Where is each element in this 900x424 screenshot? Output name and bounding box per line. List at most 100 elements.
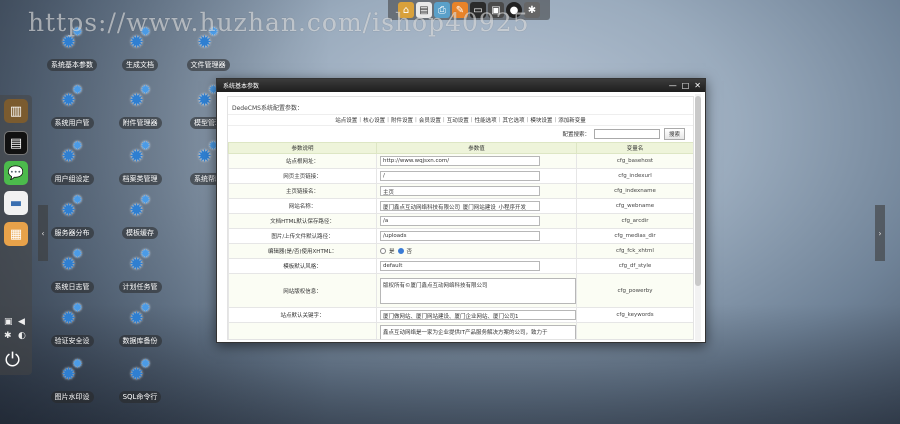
param-var: cfg_arcdir <box>576 213 693 229</box>
breadcrumb: DedeCMS系统配置参数： <box>232 105 303 112</box>
tab-interaction[interactable]: 互动设置 <box>447 116 469 124</box>
desktop-icon-tasks[interactable]: ✹ ✹ 计划任务管 <box>110 248 170 293</box>
radio-no[interactable] <box>397 248 404 254</box>
param-label: 站点默认关键字： <box>228 307 377 323</box>
desktop-icon-users[interactable]: ✹ ✹ 系统用户管 <box>42 84 102 129</box>
gear-icon: ✹ ✹ <box>129 193 151 221</box>
config-tabs: 站点设置 | 核心设置 | 附件设置 | 会员设置 | 互动设置 | 性能选项 | 其它选项… <box>228 114 693 126</box>
maximize-icon[interactable]: □ <box>682 81 690 91</box>
param-input[interactable]: http://www.wqjsxn.com/ <box>380 156 540 166</box>
desktop-icon-label: SQL命令行 <box>118 391 162 403</box>
desktop-icon-label: 系统日志管 <box>50 281 94 293</box>
param-label: 站点根网址： <box>228 153 377 169</box>
gear-icon: ✹ ✹ <box>61 301 83 329</box>
param-textarea[interactable]: 版权所有©厦门鑫点互动网络科技有限公司 <box>380 277 576 304</box>
table-row: 站点默认关键字： 厦门做网站、厦门网站建设、厦门企业网站、厦门公司1 cfg_k… <box>228 307 693 323</box>
tab-members[interactable]: 会员设置 <box>419 116 441 124</box>
param-input[interactable]: /a <box>380 216 540 226</box>
screen-icon[interactable]: ▣ <box>488 2 504 18</box>
desktop-icon-user-groups[interactable]: ✹ ✹ 用户组设定 <box>42 140 102 185</box>
layout-icon[interactable]: ▣ <box>4 317 13 327</box>
gear-icon: ✹ ✹ <box>129 139 151 167</box>
param-var: cfg_indexurl <box>576 168 693 184</box>
desktop-icon-archives[interactable]: ✹ ✹ 档案类管理 <box>110 140 170 185</box>
desktop-icon-label: 文件管理器 <box>186 59 230 71</box>
tab-site[interactable]: 站点设置 <box>335 116 357 124</box>
printer-icon[interactable]: ⎙ <box>434 2 450 18</box>
desktop-icon-logs[interactable]: ✹ ✹ 系统日志管 <box>42 248 102 293</box>
close-icon[interactable]: ✕ <box>694 81 701 91</box>
tab-performance[interactable]: 性能选项 <box>475 116 497 124</box>
card-icon[interactable]: ▭ <box>470 2 486 18</box>
param-var: cfg_basehost <box>576 153 693 169</box>
desktop-icon-db-backup[interactable]: ✹ ✹ 数据库备份 <box>110 302 170 347</box>
volume-icon[interactable]: ◀ <box>18 317 25 327</box>
desktop-icon-label: 模板缓存 <box>122 227 158 239</box>
param-var: cfg_keywords <box>576 307 693 323</box>
desktop-icon-generate[interactable]: ✹ ✹ 生成文档 <box>110 26 170 71</box>
tab-attachments[interactable]: 附件设置 <box>391 116 413 124</box>
desktop-icon-label: 生成文档 <box>122 59 158 71</box>
param-label: 文档HTML默认保存路径： <box>228 213 377 229</box>
search-button[interactable]: 搜索 <box>663 128 685 140</box>
window-content: DedeCMS系统配置参数： 站点设置 | 核心设置 | 附件设置 | 会员设置 | 互… <box>227 96 694 340</box>
right-panel-toggle[interactable]: › <box>875 205 885 261</box>
window-titlebar[interactable]: 系统基本参数 — □ ✕ <box>217 79 705 92</box>
param-input[interactable]: default <box>380 261 540 271</box>
desktop-icon-attachments[interactable]: ✹ ✹ 附件管理器 <box>110 84 170 129</box>
drive-icon[interactable]: ▬ <box>4 191 28 215</box>
tab-other[interactable]: 其它选项 <box>502 116 524 124</box>
gear-icon: ✹ ✹ <box>61 193 83 221</box>
pen-icon[interactable]: ✎ <box>452 2 468 18</box>
search-label: 配置搜索： <box>562 132 590 138</box>
desktop-icon-file-manager[interactable]: ✹ ✹ 文件管理器 <box>178 26 238 71</box>
ball-icon[interactable]: ● <box>506 2 522 18</box>
settings-window: 系统基本参数 — □ ✕ DedeCMS系统配置参数： 站点设置 | 核心设置 | … <box>216 78 706 343</box>
param-input[interactable]: 主页 <box>380 186 540 196</box>
param-input[interactable]: 厦门鑫点互动网络科技有限公司_厦门网站建设_小程序开发 <box>380 201 540 211</box>
gear-icon: ✹ ✹ <box>129 83 151 111</box>
table-row: 模板默认风格： default cfg_df_style <box>228 258 693 274</box>
radio-yes[interactable] <box>380 248 386 254</box>
radio-yes-label: 是 <box>389 249 395 255</box>
tab-core[interactable]: 核心设置 <box>363 116 385 124</box>
scroll-thumb[interactable] <box>695 96 701 286</box>
gear-icon[interactable]: ✱ <box>524 2 540 18</box>
quick-launch-bar: ▥ ▤ 💬 ▬ ▦ ▣ ◀ ✱ ◐ ⏻ <box>0 95 32 375</box>
power-icon[interactable]: ⏻ <box>5 349 20 371</box>
home-icon[interactable]: ⌂ <box>398 2 414 18</box>
minimize-icon[interactable]: — <box>669 81 677 91</box>
chat-icon[interactable]: 💬 <box>4 161 28 185</box>
desktop-icon-security[interactable]: ✹ ✹ 验证安全设 <box>42 302 102 347</box>
desktop-icon-template-cache[interactable]: ✹ ✹ 模板缓存 <box>110 194 170 239</box>
gear-icon: ✹ ✹ <box>61 139 83 167</box>
desktop-icon-system-params[interactable]: ✹ ✹ 系统基本参数 <box>42 26 102 71</box>
settings-icon[interactable]: ✱ <box>4 331 12 341</box>
gear-icon: ✹ ✹ <box>61 357 83 385</box>
gear-icon: ✹ ✹ <box>129 25 151 53</box>
param-textarea[interactable]: 鑫点互动网络是一家为企业提供IT产品服务解决方案的公司，致力于 <box>380 324 576 339</box>
books-icon[interactable]: ▥ <box>4 99 28 123</box>
param-input[interactable]: / <box>380 171 540 181</box>
gear-icon: ✹ ✹ <box>197 25 219 53</box>
desktop-icon-sql[interactable]: ✹ ✹ SQL命令行 <box>110 358 170 403</box>
param-var: cfg_indexname <box>576 183 693 199</box>
tab-modules[interactable]: 模块设置 <box>530 116 552 124</box>
notepad-icon[interactable]: ▤ <box>4 131 28 155</box>
gear-icon: ✹ ✹ <box>129 247 151 275</box>
table-row: 站点根网址： http://www.wqjsxn.com/ cfg_baseho… <box>228 153 693 169</box>
desktop-icon-servers[interactable]: ✹ ✹ 服务器分布 <box>42 194 102 239</box>
radio-no-label: 否 <box>406 249 413 255</box>
param-input[interactable]: /uploads <box>380 231 540 241</box>
param-var: cfg_fck_xhtml <box>576 243 693 259</box>
scrollbar[interactable] <box>695 94 701 341</box>
param-label: 网站名称： <box>228 198 377 214</box>
search-input[interactable] <box>593 129 660 139</box>
tab-add-variable[interactable]: 添加新变量 <box>558 116 586 124</box>
desktop-icon-watermark[interactable]: ✹ ✹ 图片水印设 <box>42 358 102 403</box>
document-icon[interactable]: ▤ <box>416 2 432 18</box>
notes-icon[interactable]: ▦ <box>4 222 28 246</box>
theme-icon[interactable]: ◐ <box>18 331 26 341</box>
column-header: 参数值 <box>376 142 577 154</box>
param-input[interactable]: 厦门做网站、厦门网站建设、厦门企业网站、厦门公司1 <box>380 310 576 320</box>
